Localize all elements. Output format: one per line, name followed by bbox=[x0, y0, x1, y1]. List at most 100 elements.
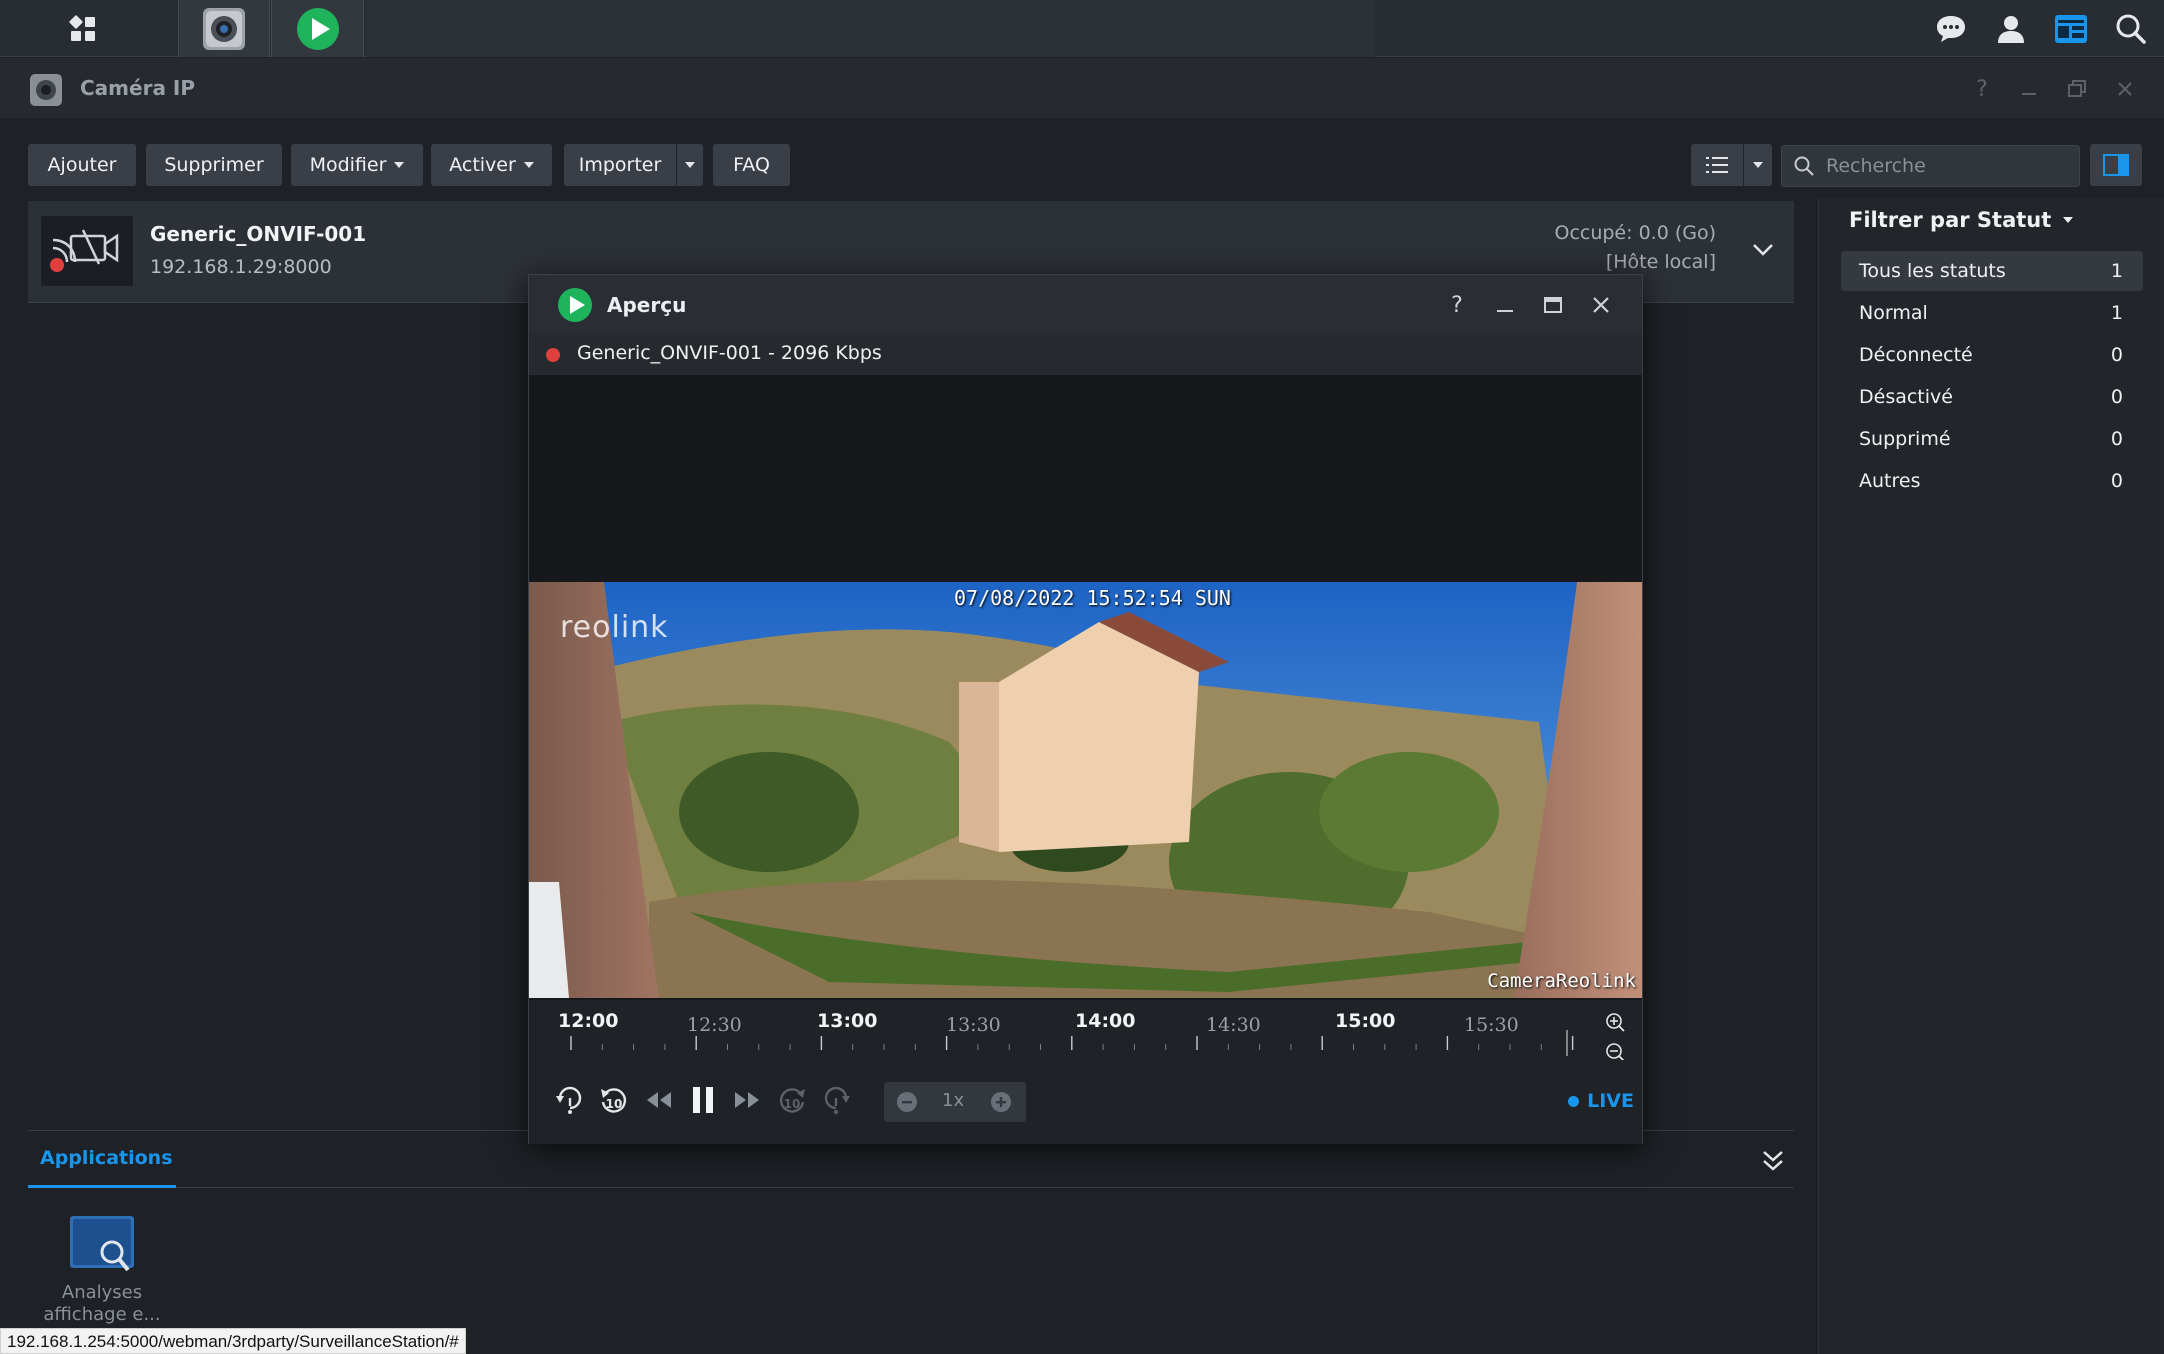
filter-item-deleted[interactable]: Supprimé 0 bbox=[1841, 419, 2143, 459]
side-panel-icon bbox=[2103, 154, 2129, 176]
preview-close-button[interactable] bbox=[1583, 287, 1619, 323]
preview-dialog: Aperçu ? Generic_ONVIF-001 - 2096 Kbps 0… bbox=[528, 274, 1643, 1144]
camera-app-icon bbox=[30, 74, 62, 106]
faq-button[interactable]: FAQ bbox=[713, 144, 790, 186]
chat-button[interactable] bbox=[1921, 0, 1981, 57]
minimize-icon bbox=[1497, 310, 1513, 312]
fast-forward-icon bbox=[735, 1092, 759, 1108]
window-help-button[interactable]: ? bbox=[1965, 72, 1999, 106]
filter-item-disconnected[interactable]: Déconnecté 0 bbox=[1841, 335, 2143, 375]
chat-icon bbox=[1937, 15, 1965, 42]
timeline-label: 13:30 bbox=[946, 1014, 1001, 1036]
app-tile-label: Analyses bbox=[61, 1282, 143, 1303]
filter-item-count: 0 bbox=[2110, 386, 2123, 408]
delete-button[interactable]: Supprimer bbox=[146, 144, 282, 186]
user-button[interactable] bbox=[1981, 0, 2041, 57]
filter-item-others[interactable]: Autres 0 bbox=[1841, 461, 2143, 501]
global-search-button[interactable] bbox=[2101, 0, 2161, 57]
camera-app-icon bbox=[203, 7, 245, 50]
video-timestamp: 07/08/2022 15:52:54 SUN bbox=[954, 586, 1231, 610]
toggle-panel-button[interactable] bbox=[2090, 144, 2142, 186]
jump-to-start-button[interactable] bbox=[552, 1082, 588, 1118]
import-button-label: Importer bbox=[578, 154, 662, 176]
video-area: 07/08/2022 15:52:54 SUN reolink CameraRe… bbox=[529, 375, 1642, 1000]
maximize-icon bbox=[1544, 297, 1562, 313]
main-menu-button[interactable] bbox=[0, 0, 165, 57]
help-icon: ? bbox=[1976, 76, 1988, 102]
view-mode-button[interactable] bbox=[1691, 144, 1743, 186]
timeline-label: 12:00 bbox=[558, 1010, 619, 1032]
search-input[interactable] bbox=[1826, 155, 2066, 177]
preview-dialog-title: Aperçu bbox=[607, 293, 687, 317]
double-chevron-down-icon[interactable] bbox=[1762, 1149, 1784, 1173]
taskbar-camera-app[interactable] bbox=[178, 0, 270, 57]
filter-item-label: Supprimé bbox=[1859, 428, 1951, 450]
stream-info: Generic_ONVIF-001 - 2096 Kbps bbox=[577, 342, 882, 364]
speed-down-icon[interactable] bbox=[896, 1091, 918, 1113]
analytics-app-icon bbox=[70, 1216, 134, 1272]
previous-button[interactable] bbox=[641, 1082, 677, 1118]
camera-storage-used: Occupé: 0.0 (Go) bbox=[1554, 222, 1716, 244]
pause-button[interactable] bbox=[685, 1082, 721, 1118]
import-dropdown-button[interactable] bbox=[677, 144, 703, 186]
rewind-10s-button[interactable]: 10 bbox=[596, 1082, 632, 1118]
tab-applications-label: Applications bbox=[40, 1147, 173, 1169]
filter-item-disabled[interactable]: Désactivé 0 bbox=[1841, 377, 2143, 417]
delete-button-label: Supprimer bbox=[164, 154, 264, 176]
view-mode-dropdown[interactable] bbox=[1744, 144, 1772, 186]
filter-item-label: Autres bbox=[1859, 470, 1921, 492]
window-restore-button[interactable] bbox=[2060, 72, 2094, 106]
taskbar-surveillance-app[interactable] bbox=[271, 0, 364, 57]
camera-name: Generic_ONVIF-001 bbox=[150, 222, 367, 246]
search-icon bbox=[2116, 14, 2146, 44]
main-menu-icon bbox=[68, 14, 95, 41]
filter-item-label: Désactivé bbox=[1859, 386, 1953, 408]
filter-title-label: Filtrer par Statut bbox=[1849, 208, 2052, 232]
add-button[interactable]: Ajouter bbox=[28, 144, 136, 186]
timeline-label: 15:00 bbox=[1335, 1010, 1396, 1032]
filter-item-normal[interactable]: Normal 1 bbox=[1841, 293, 2143, 333]
zoom-out-icon[interactable] bbox=[1605, 1042, 1625, 1062]
tab-applications[interactable]: Applications bbox=[28, 1131, 176, 1188]
timeline-label: 14:00 bbox=[1075, 1010, 1136, 1032]
live-video-feed[interactable]: 07/08/2022 15:52:54 SUN reolink CameraRe… bbox=[529, 582, 1642, 998]
chevron-down-icon[interactable] bbox=[1752, 243, 1774, 257]
widgets-button[interactable] bbox=[2041, 0, 2101, 57]
next-button[interactable] bbox=[729, 1082, 765, 1118]
preview-minimize-button[interactable] bbox=[1487, 287, 1523, 323]
filter-title[interactable]: Filtrer par Statut bbox=[1849, 208, 2074, 232]
restore-icon bbox=[2068, 80, 2086, 97]
speed-up-icon[interactable] bbox=[990, 1091, 1012, 1113]
import-button[interactable]: Importer bbox=[564, 144, 676, 186]
window-minimize-button[interactable] bbox=[2012, 72, 2046, 106]
window-close-button[interactable] bbox=[2108, 72, 2142, 106]
preview-maximize-button[interactable] bbox=[1535, 287, 1571, 323]
filter-item-all[interactable]: Tous les statuts 1 bbox=[1841, 251, 2143, 291]
filter-item-label: Déconnecté bbox=[1859, 344, 1973, 366]
chevron-down-icon bbox=[2063, 217, 2074, 223]
enable-button-label: Activer bbox=[449, 154, 516, 176]
filter-item-count: 0 bbox=[2110, 428, 2123, 450]
chevron-down-icon bbox=[1753, 162, 1763, 168]
filter-item-count: 0 bbox=[2110, 470, 2123, 492]
svg-text:10: 10 bbox=[606, 1097, 623, 1111]
camera-scene-image bbox=[529, 582, 1642, 998]
zoom-in-icon[interactable] bbox=[1605, 1012, 1625, 1032]
edit-dropdown-button[interactable]: Modifier bbox=[291, 144, 423, 186]
enable-dropdown-button[interactable]: Activer bbox=[431, 144, 552, 186]
forward-10s-button[interactable]: 10 bbox=[774, 1082, 810, 1118]
camera-address: 192.168.1.29:8000 bbox=[150, 256, 332, 278]
preview-help-button[interactable]: ? bbox=[1439, 287, 1475, 323]
timeline-label: 14:30 bbox=[1206, 1014, 1261, 1036]
camera-host: [Hôte local] bbox=[1605, 251, 1716, 273]
playback-timeline[interactable]: 12:00 12:30 13:00 13:30 14:00 14:30 15:0… bbox=[529, 1000, 1642, 1062]
live-button[interactable]: LIVE bbox=[1568, 1090, 1634, 1112]
search-box[interactable] bbox=[1781, 145, 2080, 187]
chevron-down-icon bbox=[523, 162, 534, 168]
playback-speed: 1x bbox=[942, 1090, 965, 1111]
filter-item-label: Normal bbox=[1859, 302, 1928, 324]
jump-to-end-button[interactable] bbox=[818, 1082, 854, 1118]
app-tile-analytics[interactable]: Analyses affichage e... bbox=[36, 1214, 168, 1326]
chevron-down-icon bbox=[685, 162, 695, 168]
surveillance-play-icon bbox=[296, 7, 339, 50]
